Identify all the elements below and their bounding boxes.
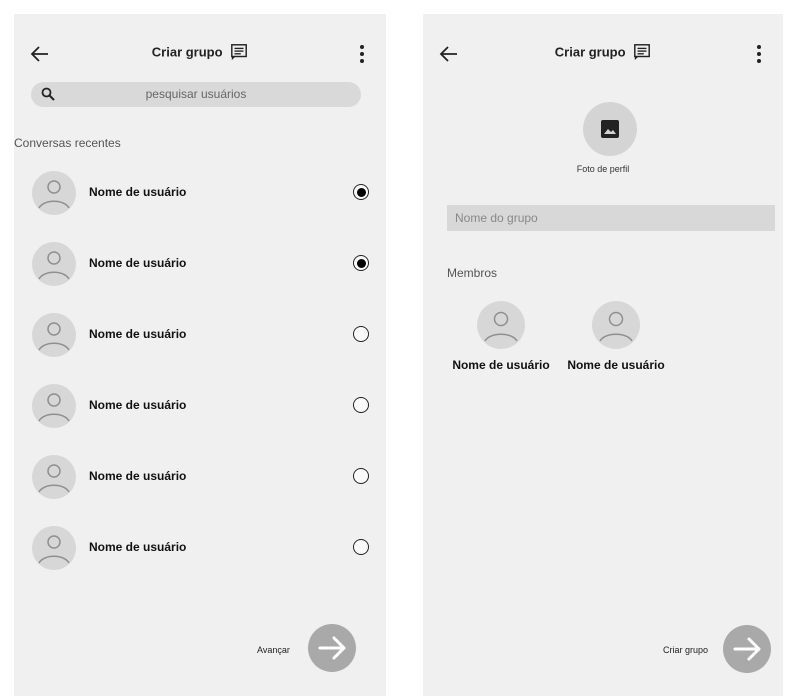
select-radio[interactable] [353, 326, 369, 342]
person-icon [38, 251, 70, 280]
avatar [477, 301, 525, 349]
contact-row[interactable]: Nome de usuário [32, 455, 369, 505]
avatar [32, 242, 76, 286]
chat-icon [634, 44, 651, 61]
create-group-screen: Criar grupo Foto de perfil Nome do grupo… [423, 14, 783, 696]
person-icon [38, 464, 70, 493]
page-title: Criar grupo [554, 44, 626, 60]
person-icon [38, 322, 70, 351]
group-name-placeholder: Nome do grupo [455, 211, 538, 225]
select-radio[interactable] [353, 397, 369, 413]
search-input[interactable]: pesquisar usuários [31, 82, 361, 107]
contact-row[interactable]: Nome de usuário [32, 242, 369, 292]
member-item[interactable]: Nome de usuário [561, 301, 671, 372]
contact-name: Nome de usuário [89, 327, 187, 341]
page-title-wrap: Criar grupo [423, 43, 783, 61]
avatar [32, 384, 76, 428]
members-label: Membros [447, 266, 498, 280]
select-radio[interactable] [353, 184, 369, 200]
select-radio[interactable] [353, 539, 369, 555]
profile-photo-label: Foto de perfil [576, 164, 630, 174]
person-icon [38, 393, 70, 422]
arrow-forward-icon [318, 636, 346, 660]
person-icon [38, 535, 70, 564]
next-button[interactable] [308, 624, 356, 672]
page-title: Criar grupo [151, 44, 223, 60]
avatar [592, 301, 640, 349]
image-icon [601, 120, 619, 138]
contact-name: Nome de usuário [89, 540, 187, 554]
avatar [32, 313, 76, 357]
create-group-button[interactable] [723, 625, 771, 673]
select-radio[interactable] [353, 255, 369, 271]
contact-row[interactable]: Nome de usuário [32, 313, 369, 363]
contact-row[interactable]: Nome de usuário [32, 384, 369, 434]
top-bar: Criar grupo [14, 40, 386, 68]
person-icon [38, 180, 70, 209]
page-title-wrap: Criar grupo [14, 43, 386, 61]
member-name: Nome de usuário [452, 358, 550, 372]
avatar [32, 455, 76, 499]
person-icon [599, 311, 633, 342]
contact-name: Nome de usuário [89, 185, 187, 199]
contact-selection-screen: Criar grupo pesquisar usuários Conversas… [14, 14, 386, 696]
profile-photo-button[interactable] [583, 102, 637, 156]
contact-name: Nome de usuário [89, 398, 187, 412]
next-label: Avançar [257, 645, 290, 655]
member-item[interactable]: Nome de usuário [446, 301, 556, 372]
contact-row[interactable]: Nome de usuário [32, 171, 369, 221]
member-name: Nome de usuário [567, 358, 665, 372]
search-placeholder: pesquisar usuários [145, 87, 247, 101]
select-radio[interactable] [353, 468, 369, 484]
chat-icon [231, 44, 248, 61]
recent-chats-label: Conversas recentes [14, 136, 121, 150]
group-name-input[interactable]: Nome do grupo [447, 205, 775, 231]
person-icon [484, 311, 518, 342]
top-bar: Criar grupo [423, 40, 783, 68]
contact-row[interactable]: Nome de usuário [32, 526, 369, 576]
create-group-label: Criar grupo [663, 645, 709, 655]
avatar [32, 171, 76, 215]
more-vert-icon[interactable] [352, 43, 372, 65]
avatar [32, 526, 76, 570]
contact-name: Nome de usuário [89, 256, 187, 270]
more-vert-icon[interactable] [749, 43, 769, 65]
contact-name: Nome de usuário [89, 469, 187, 483]
arrow-forward-icon [733, 637, 761, 661]
